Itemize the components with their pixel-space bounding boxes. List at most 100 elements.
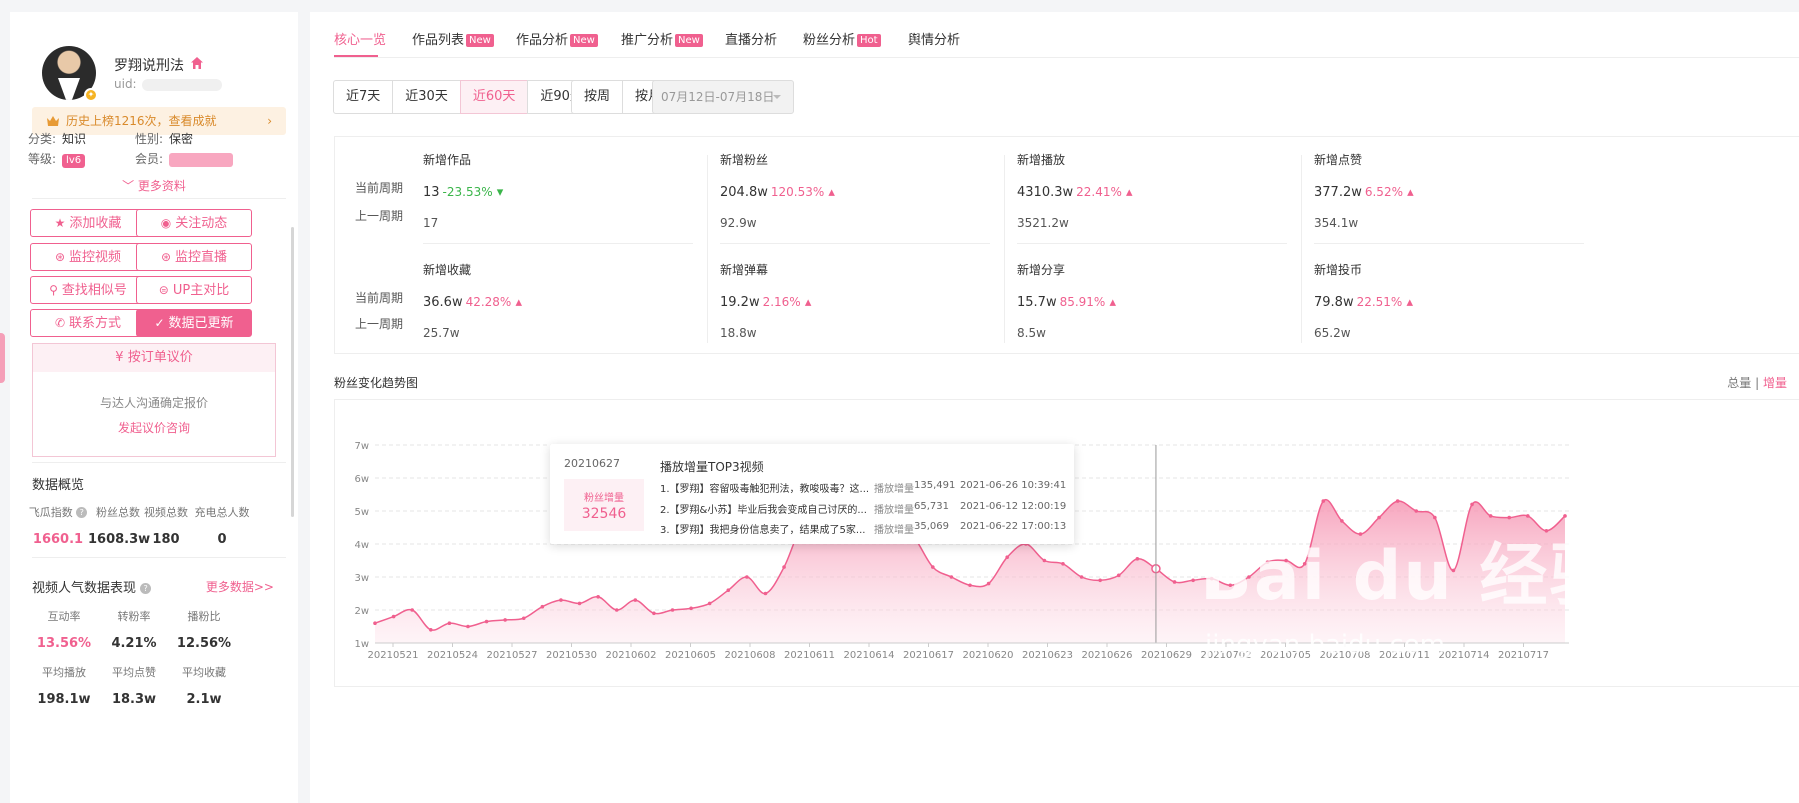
x-tick-label: 20210620	[963, 650, 1014, 661]
data-point[interactable]	[1191, 578, 1195, 583]
data-point[interactable]	[1563, 514, 1567, 518]
data-point[interactable]	[1470, 502, 1474, 507]
x-tick-label: 20210617	[903, 650, 954, 661]
data-point[interactable]	[1377, 515, 1381, 520]
data-point[interactable]	[633, 598, 638, 602]
data-point[interactable]	[391, 614, 396, 619]
x-tick-label: 20210614	[844, 650, 895, 661]
data-point[interactable]	[484, 619, 489, 624]
date-range-select[interactable]: 07月12日-07月18日	[652, 80, 794, 114]
contact-button[interactable]: ✆ 联系方式	[30, 309, 146, 337]
help-icon[interactable]: ?	[140, 583, 152, 594]
data-point[interactable]	[986, 581, 991, 586]
data-point[interactable]	[931, 565, 935, 569]
arrow-up-icon: ▴	[1109, 295, 1117, 310]
data-point[interactable]	[949, 575, 954, 579]
y-tick-label: 5w	[354, 507, 369, 518]
tab-promo-analysis[interactable]: 推广分析 New	[621, 29, 703, 48]
tab-fans-analysis[interactable]: 粉丝分析 Hot	[803, 29, 881, 48]
data-point[interactable]	[670, 608, 675, 612]
tab-works-analysis[interactable]: 作品分析 New	[516, 29, 598, 48]
add-favorite-button[interactable]: ★ 添加收藏	[30, 209, 146, 237]
data-point[interactable]	[1526, 514, 1530, 518]
data-point[interactable]	[968, 583, 972, 588]
data-point[interactable]	[1507, 515, 1512, 520]
x-tick-label: 20210605	[665, 650, 716, 661]
data-point[interactable]	[1005, 555, 1009, 559]
data-point[interactable]	[1061, 562, 1065, 566]
sidebar-collapse-handle[interactable]	[0, 333, 5, 383]
data-point[interactable]	[1098, 578, 1102, 583]
data-updated-button[interactable]: ✓ 数据已更新	[136, 309, 252, 337]
range-button-group: 近7天 近30天 近60天 近90天	[333, 80, 596, 114]
data-point[interactable]	[707, 601, 712, 606]
data-point[interactable]	[521, 616, 526, 621]
data-point[interactable]	[652, 611, 656, 616]
star-icon: ★	[54, 216, 66, 230]
data-point[interactable]	[745, 575, 749, 579]
by-week-button[interactable]: 按周	[571, 80, 624, 114]
data-point[interactable]	[577, 601, 582, 606]
data-point[interactable]	[1488, 514, 1493, 518]
data-point[interactable]	[1172, 580, 1177, 584]
tab-sentiment-analysis[interactable]: 舆情分析	[908, 29, 960, 48]
data-point[interactable]	[466, 624, 470, 629]
data-point[interactable]	[1079, 575, 1084, 579]
baidu-watermark: Bai du 经验	[1200, 537, 1620, 616]
tab-live-analysis[interactable]: 直播分析	[725, 29, 777, 48]
range-60d-button[interactable]: 近60天	[459, 80, 529, 114]
data-point[interactable]	[614, 608, 619, 612]
tooltip-heading: 播放增量TOP3视频	[660, 460, 764, 474]
data-point[interactable]	[428, 628, 433, 632]
profile: ✦ 罗翔说刑法 uid:	[34, 32, 294, 102]
y-tick-label: 1w	[354, 639, 369, 650]
data-point[interactable]	[763, 591, 768, 596]
data-point[interactable]	[596, 595, 600, 599]
toggle-total[interactable]: 总量	[1727, 376, 1751, 390]
data-point[interactable]	[1116, 573, 1121, 578]
data-point[interactable]	[1135, 557, 1140, 561]
data-point[interactable]	[559, 598, 563, 602]
sidebar: ✦ 罗翔说刑法 uid: 历史上榜1216次，查看成就 › 分类: 知识 性别: 保…	[10, 12, 298, 803]
data-point[interactable]	[503, 618, 507, 622]
level-badge: lv6	[62, 154, 86, 168]
monitor-live-button[interactable]: ⊛ 监控直播	[136, 243, 252, 271]
sidebar-scrollbar[interactable]	[291, 227, 294, 517]
data-point[interactable]	[726, 588, 731, 592]
more-info-toggle[interactable]: ﹀ 更多资料	[10, 177, 298, 194]
data-point[interactable]	[447, 621, 452, 625]
quote-consult-link[interactable]: 发起议价咨询	[33, 419, 275, 436]
data-point[interactable]	[1042, 558, 1047, 563]
monitor-icon: ⊛	[54, 250, 66, 264]
member-badge-redacted	[169, 152, 234, 167]
y-tick-label: 7w	[354, 441, 369, 452]
tooltip-video-row[interactable]: 3.【罗翔】我把身份信息卖了，结果成了5家... 播放增量 35,069 202…	[660, 521, 1066, 536]
data-point[interactable]	[1395, 499, 1400, 503]
tab-core-overview[interactable]: 核心一览	[334, 29, 386, 48]
profile-name: 罗翔说刑法	[114, 58, 184, 74]
toggle-increment[interactable]: 增量	[1763, 376, 1787, 390]
tooltip-video-row[interactable]: 2.【罗翔&小苏】毕业后我会变成自己讨厌的... 播放增量 65,731 202…	[660, 501, 1066, 516]
gender-info: 性别: 保密	[135, 132, 194, 146]
tooltip-video-row[interactable]: 1.【罗翔】容留吸毒触犯刑法，教唆吸毒？这... 播放增量 135,491 20…	[660, 480, 1066, 495]
data-point[interactable]	[410, 608, 414, 612]
popularity-stat: 平均点赞 18.3w	[111, 666, 157, 707]
up-compare-button[interactable]: ⊜ UP主对比	[136, 276, 252, 304]
tab-works-list[interactable]: 作品列表 New	[412, 29, 494, 48]
data-point[interactable]	[1433, 515, 1437, 520]
range-30d-button[interactable]: 近30天	[392, 80, 461, 114]
data-point[interactable]	[1321, 499, 1326, 503]
metric-card: 新增粉丝 204.8w 120.53% ▴ 92.9w	[720, 151, 990, 244]
data-point[interactable]	[689, 606, 693, 611]
data-point[interactable]	[782, 565, 786, 569]
find-similar-button[interactable]: ⚲ 查找相似号	[30, 276, 146, 304]
more-data-link[interactable]: 更多数据>>	[206, 578, 274, 595]
data-point[interactable]	[1414, 509, 1419, 513]
data-point[interactable]	[540, 604, 545, 609]
help-icon[interactable]: ?	[76, 507, 88, 518]
home-icon[interactable]	[190, 56, 204, 70]
monitor-video-button[interactable]: ⊛ 监控视频	[30, 243, 146, 271]
data-point[interactable]	[373, 621, 377, 625]
range-7d-button[interactable]: 近7天	[333, 80, 394, 114]
follow-updates-button[interactable]: ◉ 关注动态	[136, 209, 252, 237]
